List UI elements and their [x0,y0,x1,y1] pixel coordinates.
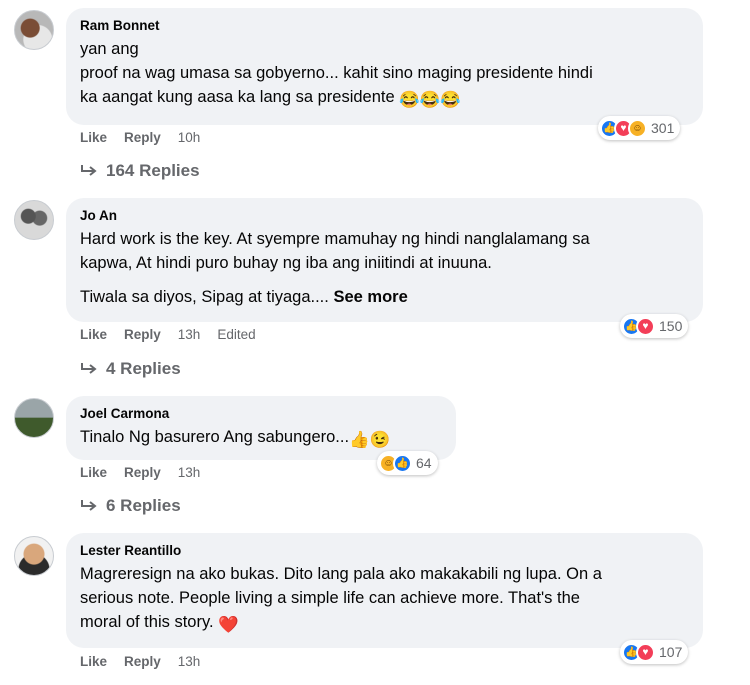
comment-line: Tinalo Ng basurero Ang sabungero...👍😉 [80,425,442,452]
comment-text: Magreresign na ako bukas. Dito lang pala… [80,562,689,637]
comment-actions: Like Reply 10h [80,130,200,145]
reply-button[interactable]: Reply [124,654,161,669]
emoji-thumbs-up: 👍 [349,431,370,449]
thumbs-up-icon: 👍 [393,453,412,473]
comment-line: Magreresign na ako bukas. Dito lang pala… [80,565,602,583]
heart-icon: ♥ [636,642,655,662]
comment-bubble: Lester Reantillo Magreresign na ako buka… [66,533,703,648]
like-button[interactable]: Like [80,327,107,342]
comment-author[interactable]: Joel Carmona [80,405,442,422]
see-more-link[interactable]: See more [333,288,407,306]
reply-button[interactable]: Reply [124,130,161,145]
laughing-face-icon: ☺ [628,118,647,138]
comment-line: yan ang [80,40,139,58]
reaction-count: 301 [651,120,675,136]
comment-bubble: Jo An Hard work is the key. At syempre m… [66,198,703,322]
like-button[interactable]: Like [80,465,107,480]
emoji-laugh: 😂 [399,91,420,109]
emoji-laugh: 😂 [419,91,441,109]
comment-line: proof na wag umasa sa gobyerno... kahit … [80,64,593,82]
comment-author[interactable]: Jo An [80,207,689,224]
reply-arrow-icon [80,164,98,178]
reply-button[interactable]: Reply [124,327,161,342]
comment-bubble: Ram Bonnet yan ang proof na wag umasa sa… [66,8,703,125]
comment-text: yan ang proof na wag umasa sa gobyerno..… [80,37,689,112]
comment-actions: Like Reply 13h [80,465,200,480]
reaction-count: 107 [659,644,683,660]
like-button[interactable]: Like [80,130,107,145]
view-replies-button[interactable]: 4 Replies [80,359,181,379]
comment-line: moral of this story. ❤️ [80,610,689,637]
heart-icon: ♥ [636,316,655,336]
view-replies-button[interactable]: 164 Replies [80,161,200,181]
comment-line-text: Tinalo Ng basurero Ang sabungero... [80,428,350,446]
reaction-summary[interactable]: 👍 ♥ 107 [620,640,689,664]
reaction-count: 150 [659,318,683,334]
avatar[interactable] [14,10,54,50]
edited-label: Edited [217,327,256,342]
reply-arrow-icon [80,499,98,513]
comment-line: serious note. People living a simple lif… [80,589,580,607]
reaction-summary[interactable]: 👍 ♥ ☺ 301 [598,116,681,140]
emoji-laugh: 😂 [440,91,461,109]
avatar[interactable] [14,536,54,576]
reaction-summary[interactable]: ☺ 👍 64 [377,451,438,475]
comment-text: Tinalo Ng basurero Ang sabungero...👍😉 [80,425,442,452]
replies-count: 164 Replies [106,161,200,180]
avatar[interactable] [14,200,54,240]
reply-button[interactable]: Reply [124,465,161,480]
comment-line: Tiwala sa diyos, Sipag at tiyaga.... See… [80,285,689,309]
timestamp[interactable]: 10h [178,130,201,145]
emoji-heart: ❤️ [218,616,239,634]
comment-line: ka aangat kung aasa ka lang sa president… [80,85,689,112]
timestamp[interactable]: 13h [178,465,201,480]
comment-line-text: moral of this story. [80,613,214,631]
comment-author[interactable]: Lester Reantillo [80,542,689,559]
timestamp[interactable]: 13h [178,327,201,342]
comment-actions: Like Reply 13h [80,654,200,669]
timestamp[interactable]: 13h [178,654,201,669]
comment-author[interactable]: Ram Bonnet [80,17,689,34]
reaction-summary[interactable]: 👍 ♥ 150 [620,314,689,338]
replies-count: 6 Replies [106,496,181,515]
avatar[interactable] [14,398,54,438]
comment-actions: Like Reply 13h Edited [80,327,256,342]
reply-arrow-icon [80,362,98,376]
replies-count: 4 Replies [106,359,181,378]
comment-line: Hard work is the key. At syempre mamuhay… [80,230,590,248]
like-button[interactable]: Like [80,654,107,669]
comment-text: Hard work is the key. At syempre mamuhay… [80,227,689,309]
comment-line-text: Tiwala sa diyos, Sipag at tiyaga.... [80,288,329,306]
comment-line-text: ka aangat kung aasa ka lang sa president… [80,88,395,106]
comment-line: kapwa, At hindi puro buhay ng iba ang in… [80,254,492,272]
view-replies-button[interactable]: 6 Replies [80,496,181,516]
emoji-wink: 😉 [369,431,391,449]
reaction-count: 64 [416,455,432,471]
